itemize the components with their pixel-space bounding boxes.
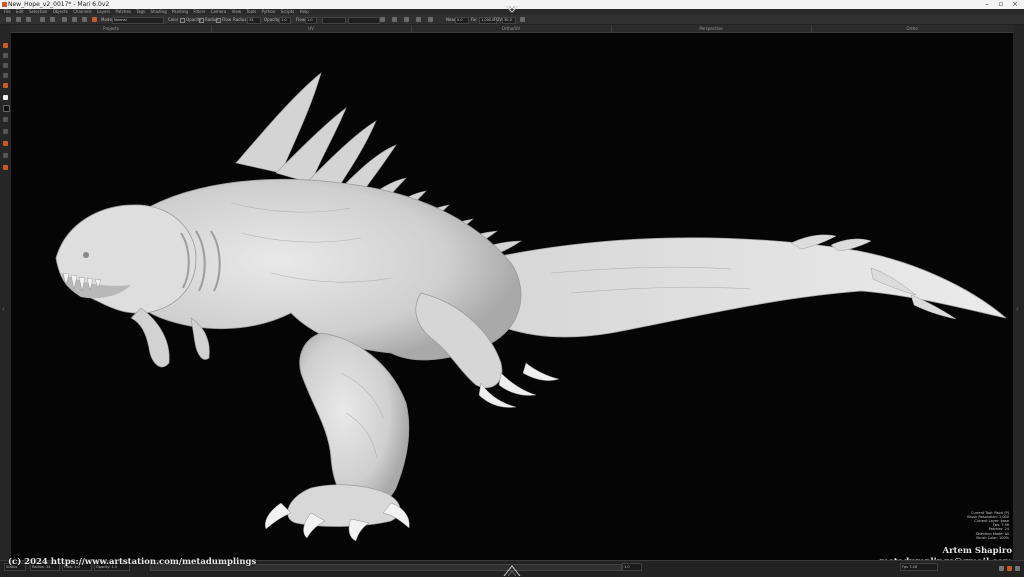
- background-color-swatch[interactable]: [3, 105, 10, 112]
- grid-icon[interactable]: [416, 17, 421, 22]
- palette-tabs: Projects UV Ortho/UV Perspective Ortho: [11, 25, 1013, 33]
- maximize-icon[interactable]: ▫: [994, 0, 1008, 9]
- far-label: Far: [471, 17, 478, 22]
- select-icon[interactable]: [72, 17, 77, 22]
- blank-field-a[interactable]: [322, 17, 346, 24]
- author-name: Artem Shapiro: [942, 546, 1012, 556]
- window-title: New_Hope_v2_0017* - Mari 6.0v2: [8, 1, 110, 8]
- viewport-hud: Current Tool: Paint (P) Brush Resolution…: [967, 511, 1009, 540]
- hud-line: Brush Color: 100%: [976, 535, 1009, 540]
- system-tray: [997, 566, 1020, 571]
- close-icon[interactable]: ×: [1008, 0, 1022, 9]
- mari-app-icon: [2, 2, 7, 7]
- brush-icon[interactable]: [82, 17, 87, 22]
- fov-label: FOV: [494, 17, 503, 22]
- navigate-tool-icon[interactable]: [3, 153, 8, 158]
- radius-label: Radius: [233, 17, 247, 22]
- camera-icon[interactable]: [380, 17, 385, 22]
- tab-perspective[interactable]: Perspective: [611, 25, 812, 32]
- mode-select[interactable]: Normal: [112, 17, 164, 24]
- paint-through-tool-icon[interactable]: [3, 83, 8, 88]
- wireframe-icon[interactable]: [404, 17, 409, 22]
- open-project-icon[interactable]: [16, 17, 21, 22]
- fps-label: Fps: [902, 565, 909, 569]
- paint-brush-tool-icon[interactable]: [3, 43, 8, 48]
- flow-toggle[interactable]: Flow: [216, 15, 231, 24]
- fps-field: Fps 7.46: [900, 563, 938, 571]
- tab-projects[interactable]: Projects: [11, 25, 212, 32]
- near-field[interactable]: 0.0: [455, 17, 469, 24]
- fps-value: 7.46: [909, 565, 917, 569]
- radius-checkbox[interactable]: [199, 17, 204, 23]
- clone-tool-icon[interactable]: [3, 63, 8, 68]
- notification-icon[interactable]: [998, 566, 1004, 571]
- collapse-left-arrow-icon[interactable]: ‹: [2, 305, 5, 313]
- blank-field-b[interactable]: [348, 17, 380, 24]
- redo-icon[interactable]: [50, 17, 55, 22]
- projection-tool-icon[interactable]: [3, 165, 8, 170]
- save-project-icon[interactable]: [26, 17, 31, 22]
- fov-field[interactable]: 30.0: [502, 17, 516, 24]
- radius-field[interactable]: 34: [247, 17, 261, 24]
- flow-label: Flow: [296, 17, 306, 22]
- shading-icon[interactable]: [428, 17, 433, 22]
- right-toolbar: ›: [1013, 25, 1024, 560]
- undo-icon[interactable]: [40, 17, 45, 22]
- bottom-center-ornament-icon: [503, 565, 521, 576]
- opacity-label: Opacity: [264, 17, 280, 22]
- eyedropper-icon[interactable]: [3, 129, 8, 134]
- color-label: Color: [168, 17, 179, 22]
- app-tray-icon[interactable]: [1006, 566, 1012, 571]
- pin-icon[interactable]: [520, 17, 525, 22]
- 3d-viewport[interactable]: Current Tool: Paint (P) Brush Resolution…: [11, 33, 1013, 560]
- new-project-icon[interactable]: [6, 17, 11, 22]
- left-toolbar: ‹: [0, 25, 11, 560]
- select-tool-icon[interactable]: [3, 73, 8, 78]
- flow-checkbox[interactable]: [216, 17, 221, 23]
- transform-tool-icon[interactable]: [3, 141, 8, 146]
- opacity-checkbox[interactable]: [180, 17, 185, 23]
- foreground-color-swatch[interactable]: [3, 95, 8, 100]
- tab-ortho-uv[interactable]: Ortho/UV: [411, 25, 612, 32]
- mode-label: Mode: [101, 17, 112, 22]
- swap-colors-icon[interactable]: [3, 117, 8, 122]
- tab-ortho[interactable]: Ortho: [811, 25, 1013, 32]
- eraser-tool-icon[interactable]: [3, 53, 8, 58]
- minimize-icon[interactable]: –: [980, 0, 994, 9]
- flow-toggle-label: Flow: [222, 17, 232, 22]
- creature-model: [55, 72, 1007, 542]
- top-center-ornament-icon: [505, 6, 519, 13]
- flow-field[interactable]: 1.0: [305, 17, 317, 24]
- transform-icon[interactable]: [62, 17, 67, 22]
- collapse-right-arrow-icon[interactable]: ›: [1016, 305, 1019, 313]
- tool-options-bar: Mode Normal Color Opacity Radius Flow Ra…: [0, 15, 1024, 25]
- paint-tool-icon[interactable]: [92, 17, 97, 22]
- lighting-icon[interactable]: [392, 17, 397, 22]
- tab-uv[interactable]: UV: [211, 25, 412, 32]
- opacity-field[interactable]: 1.0: [279, 17, 291, 24]
- settings-icon[interactable]: [1015, 566, 1020, 571]
- copyright-watermark: (c) 2024 https://www.artstation.com/meta…: [8, 557, 257, 567]
- zoom-field[interactable]: 1.0: [622, 563, 642, 571]
